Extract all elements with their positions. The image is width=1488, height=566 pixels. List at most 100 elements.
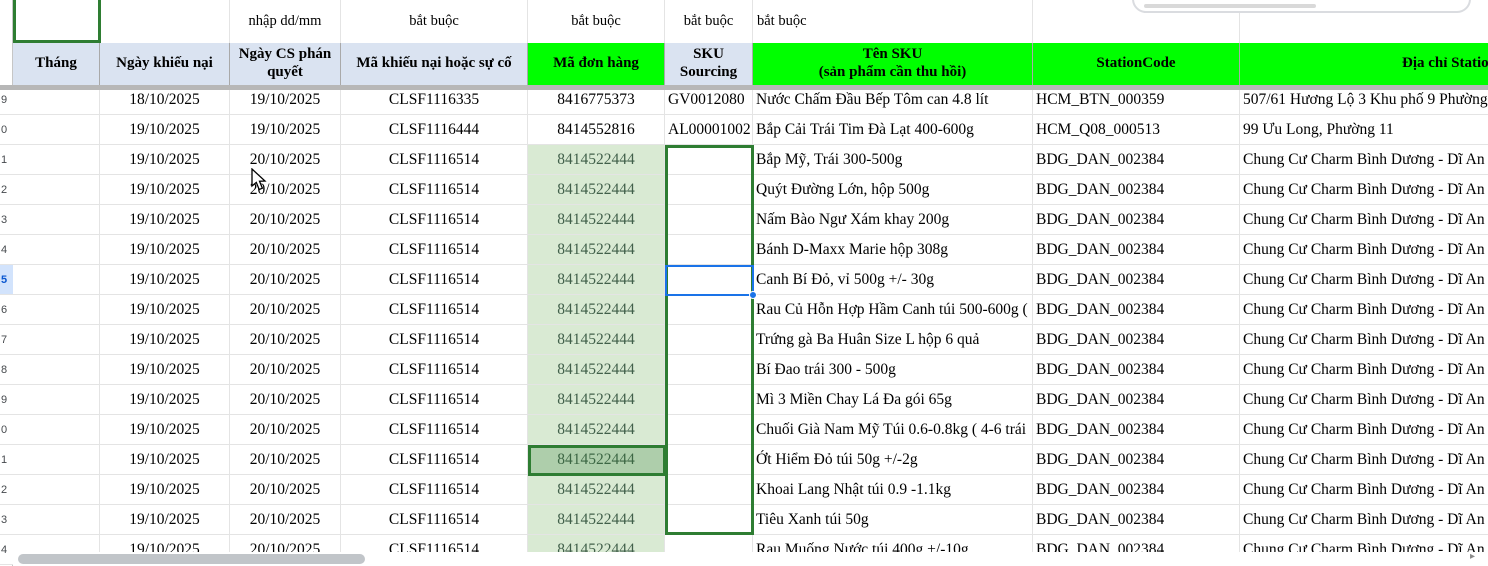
cell-ten_sku[interactable]: Tiêu Xanh túi 50g [753,505,1033,535]
cell-thang[interactable] [13,355,100,385]
row-header[interactable]: 2 [0,175,13,205]
cell-dia_chi[interactable]: Chung Cư Charm Bình Dương - Dĩ An [1240,355,1488,385]
cell-ma_don_hang[interactable]: 8414552816 [528,115,665,145]
cell-dia_chi[interactable]: Chung Cư Charm Bình Dương - Dĩ An [1240,505,1488,535]
cell-ma_khieu_nai[interactable]: CLSF1116514 [341,145,528,175]
row-header[interactable]: 3 [0,205,13,235]
cell-ma_khieu_nai[interactable]: CLSF1116444 [341,115,528,145]
cell-station_code[interactable]: BDG_DAN_002384 [1033,415,1240,445]
cell-ngay_cs[interactable]: 20/10/2025 [230,295,341,325]
cell-ma_don_hang[interactable]: 8414522444 [528,145,665,175]
note-ma_khieu_nai[interactable]: bắt buộc [341,0,528,43]
cell-dia_chi[interactable]: Chung Cư Charm Bình Dương - Dĩ An [1240,475,1488,505]
cell-station_code[interactable]: BDG_DAN_002384 [1033,295,1240,325]
cell-thang[interactable] [13,115,100,145]
cell-ngay_cs[interactable]: 20/10/2025 [230,415,341,445]
col-header-ma_khieu_nai[interactable]: Mã khiếu nại hoặc sự cố [341,43,528,85]
cell-ten_sku[interactable]: Chuối Già Nam Mỹ Túi 0.6-0.8kg ( 4-6 trá… [753,415,1033,445]
cell-ma_khieu_nai[interactable]: CLSF1116514 [341,325,528,355]
cell-ngay_khieu_nai[interactable]: 19/10/2025 [100,145,230,175]
row-header[interactable]: 9 [0,385,13,415]
row-header[interactable]: 4 [0,235,13,265]
cell-dia_chi[interactable]: Chung Cư Charm Bình Dương - Dĩ An [1240,385,1488,415]
cell-ten_sku[interactable]: Bánh D-Maxx Marie hộp 308g [753,235,1033,265]
row-header[interactable]: 8 [0,355,13,385]
cell-ma_don_hang[interactable]: 8414522444 [528,355,665,385]
row-header[interactable]: 1 [0,145,13,175]
cell-ma_khieu_nai[interactable]: CLSF1116514 [341,205,528,235]
cell-ngay_cs[interactable]: 20/10/2025 [230,145,341,175]
cell-sku_sourcing[interactable]: AL00001002 [665,115,753,145]
cell-ma_khieu_nai[interactable]: CLSF1116514 [341,355,528,385]
cell-ma_don_hang[interactable]: 8414522444 [528,265,665,295]
row-header[interactable]: 0 [0,115,13,145]
cell-dia_chi[interactable]: Chung Cư Charm Bình Dương - Dĩ An [1240,265,1488,295]
cell-ten_sku[interactable]: Rau Củ Hỗn Hợp Hầm Canh túi 500-600g ( [753,295,1033,325]
cell-station_code[interactable]: HCM_Q08_000513 [1033,115,1240,145]
cell-ngay_khieu_nai[interactable]: 19/10/2025 [100,295,230,325]
cell-station_code[interactable]: BDG_DAN_002384 [1033,145,1240,175]
cell-station_code[interactable]: BDG_DAN_002384 [1033,265,1240,295]
row-header[interactable]: 4 [0,535,13,565]
col-header-dia_chi[interactable]: Địa chỉ Station [1240,43,1488,85]
cell-ten_sku[interactable]: Mì 3 Miền Chay Lá Đa gói 65g [753,385,1033,415]
cell-ngay_cs[interactable]: 20/10/2025 [230,355,341,385]
cell-ma_don_hang[interactable]: 8414522444 [528,475,665,505]
cell-ma_don_hang[interactable]: 8414522444 [528,325,665,355]
col-header-ngay_cs[interactable]: Ngày CS phán quyết [230,43,341,85]
cell-thang[interactable] [13,295,100,325]
cell-ma_khieu_nai[interactable]: CLSF1116514 [341,505,528,535]
cell-station_code[interactable]: BDG_DAN_002384 [1033,205,1240,235]
col-header-ma_don_hang[interactable]: Mã đơn hàng [528,43,665,85]
cell-station_code[interactable]: BDG_DAN_002384 [1033,175,1240,205]
cell-station_code[interactable]: BDG_DAN_002384 [1033,325,1240,355]
cell-ma_don_hang[interactable]: 8414522444 [528,295,665,325]
cell-station_code[interactable]: BDG_DAN_002384 [1033,505,1240,535]
cell-dia_chi[interactable]: Chung Cư Charm Bình Dương - Dĩ An [1240,235,1488,265]
cell-ngay_khieu_nai[interactable]: 19/10/2025 [100,355,230,385]
horizontal-scrollbar-thumb[interactable] [18,554,365,564]
cell-ma_don_hang[interactable]: 8414522444 [528,235,665,265]
cell-thang[interactable] [13,445,100,475]
cell-ngay_khieu_nai[interactable]: 19/10/2025 [100,265,230,295]
cell-ngay_khieu_nai[interactable]: 19/10/2025 [100,385,230,415]
cell-thang[interactable] [13,325,100,355]
note-ngay_khieu_nai[interactable] [100,0,230,43]
cell-thang[interactable] [13,235,100,265]
cell-ten_sku[interactable]: Khoai Lang Nhật túi 0.9 -1.1kg [753,475,1033,505]
note-ten_sku[interactable]: bắt buộc [753,0,1033,43]
cell-thang[interactable] [13,175,100,205]
cell-station_code[interactable]: BDG_DAN_002384 [1033,235,1240,265]
cell-dia_chi[interactable]: Chung Cư Charm Bình Dương - Dĩ An [1240,415,1488,445]
cell-ten_sku[interactable]: Ớt Hiểm Đỏ túi 50g +/-2g [753,445,1033,475]
cell-ngay_cs[interactable]: 20/10/2025 [230,265,341,295]
cell-dia_chi[interactable]: Chung Cư Charm Bình Dương - Dĩ An [1240,145,1488,175]
cell-dia_chi[interactable]: Chung Cư Charm Bình Dương - Dĩ An [1240,445,1488,475]
cell-ngay_khieu_nai[interactable]: 19/10/2025 [100,445,230,475]
cell-ma_khieu_nai[interactable]: CLSF1116514 [341,265,528,295]
cell-dia_chi[interactable]: Chung Cư Charm Bình Dương - Dĩ An [1240,295,1488,325]
cell-ngay_cs[interactable]: 20/10/2025 [230,475,341,505]
cell-ten_sku[interactable]: Bí Đao trái 300 - 500g [753,355,1033,385]
cell-ngay_cs[interactable]: 20/10/2025 [230,205,341,235]
cell-ma_don_hang[interactable]: 8414522444 [528,415,665,445]
cell-thang[interactable] [13,475,100,505]
cell-ngay_khieu_nai[interactable]: 19/10/2025 [100,235,230,265]
cell-ngay_khieu_nai[interactable]: 19/10/2025 [100,475,230,505]
cell-ngay_khieu_nai[interactable]: 19/10/2025 [100,205,230,235]
cell-station_code[interactable]: BDG_DAN_002384 [1033,355,1240,385]
cell-ma_khieu_nai[interactable]: CLSF1116514 [341,295,528,325]
row-header[interactable]: 1 [0,445,13,475]
cell-ten_sku[interactable]: Bắp Cải Trái Tim Đà Lạt 400-600g [753,115,1033,145]
horizontal-scrollbar-track[interactable] [13,552,1488,566]
cell-ngay_cs[interactable]: 20/10/2025 [230,235,341,265]
cell-thang[interactable] [13,205,100,235]
cell-thang[interactable] [13,415,100,445]
cell-ngay_khieu_nai[interactable]: 19/10/2025 [100,415,230,445]
row-header[interactable]: 6 [0,295,13,325]
cell-dia_chi[interactable]: Chung Cư Charm Bình Dương - Dĩ An [1240,205,1488,235]
cell-dia_chi[interactable]: 99 Ưu Long, Phường 11 [1240,115,1488,145]
cell-ngay_khieu_nai[interactable]: 19/10/2025 [100,505,230,535]
cell-ma_khieu_nai[interactable]: CLSF1116514 [341,445,528,475]
cell-thang[interactable] [13,265,100,295]
